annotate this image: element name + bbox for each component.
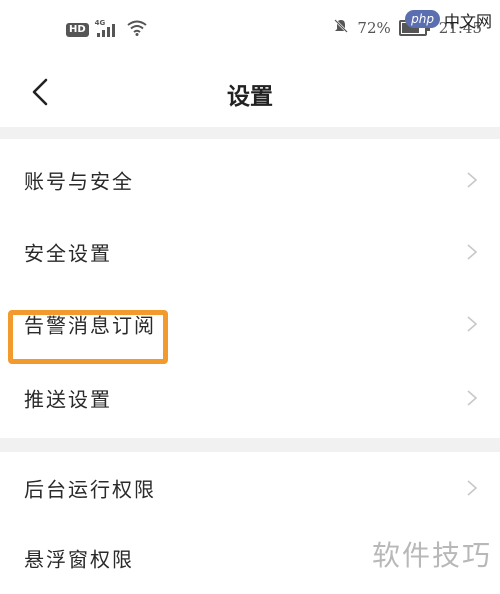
settings-item-label: 悬浮窗权限	[24, 547, 134, 572]
settings-item-label: 安全设置	[24, 241, 112, 266]
chevron-right-icon	[467, 172, 478, 188]
settings-item-background-permission[interactable]: 后台运行权限	[0, 452, 500, 524]
settings-item-account-security[interactable]: 账号与安全	[0, 144, 500, 216]
chevron-right-icon	[467, 244, 478, 260]
watermark-bottom: 软件技巧	[371, 539, 492, 572]
page-title: 设置	[227, 84, 273, 110]
header: 设置	[0, 62, 500, 126]
settings-item-label: 账号与安全	[24, 169, 134, 194]
settings-item-label: 后台运行权限	[24, 477, 156, 502]
chevron-right-icon	[467, 316, 478, 332]
status-bar: HD 4G 72% 21:45 php 中文网	[0, 0, 500, 62]
signal-icon: 4G	[94, 19, 121, 38]
section-divider	[0, 127, 500, 139]
chevron-right-icon	[467, 390, 478, 406]
hd-badge: HD	[66, 23, 89, 37]
chevron-right-icon	[467, 480, 478, 496]
watermark-php-site: 中文网	[443, 12, 492, 31]
status-left: HD 4G	[66, 19, 147, 40]
wifi-icon	[127, 20, 147, 40]
battery-percent: 72%	[357, 19, 391, 37]
watermark-php-badge: php	[405, 10, 440, 28]
settings-item-label: 推送设置	[24, 387, 112, 412]
section-divider	[0, 438, 500, 452]
settings-item-security-settings[interactable]: 安全设置	[0, 216, 500, 288]
bell-off-icon	[333, 18, 349, 38]
settings-item-push-settings[interactable]: 推送设置	[0, 362, 500, 434]
highlight-annotation	[8, 310, 168, 364]
network-type: 4G	[94, 19, 106, 27]
